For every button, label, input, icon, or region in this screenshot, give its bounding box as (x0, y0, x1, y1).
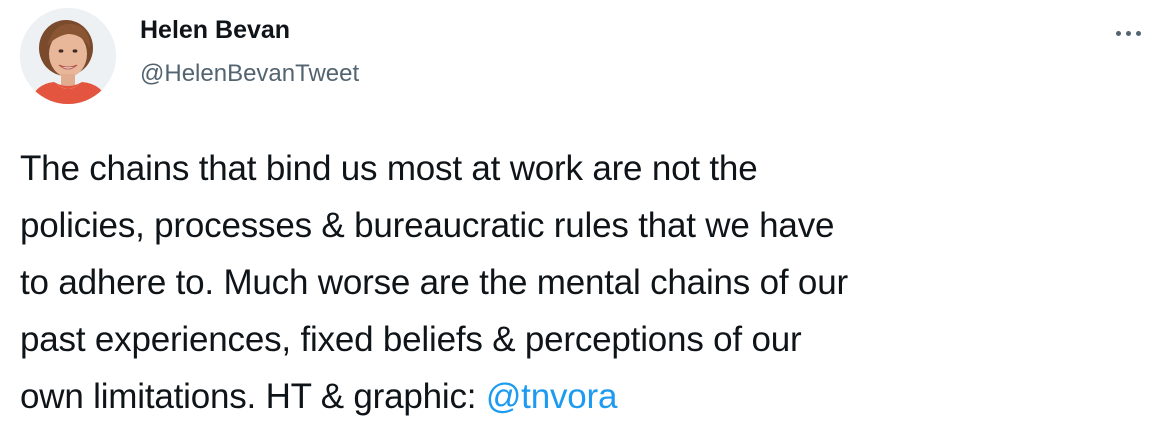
tweet-text: The chains that bind us most at work are… (20, 140, 1145, 425)
avatar[interactable] (20, 8, 116, 104)
tweet-line-text: own limitations. HT & graphic: (20, 377, 486, 416)
tweet-line: past experiences, fixed beliefs & percep… (20, 320, 802, 359)
profile-photo (20, 8, 116, 104)
display-name[interactable]: Helen Bevan (140, 16, 290, 45)
tweet-line: The chains that bind us most at work are… (20, 149, 758, 188)
tweet-line: policies, processes & bureaucratic rules… (20, 206, 835, 245)
more-horizontal-icon (1113, 30, 1143, 36)
tweet-line: to adhere to. Much worse are the mental … (20, 263, 848, 302)
tweet-line: own limitations. HT & graphic: @tnvora (20, 368, 1145, 425)
user-handle[interactable]: @HelenBevanTweet (140, 60, 359, 88)
tweet-card: Helen Bevan @HelenBevanTweet The chains … (0, 0, 1160, 434)
mention-link[interactable]: @tnvora (486, 377, 618, 416)
more-options-button[interactable] (1108, 18, 1148, 48)
